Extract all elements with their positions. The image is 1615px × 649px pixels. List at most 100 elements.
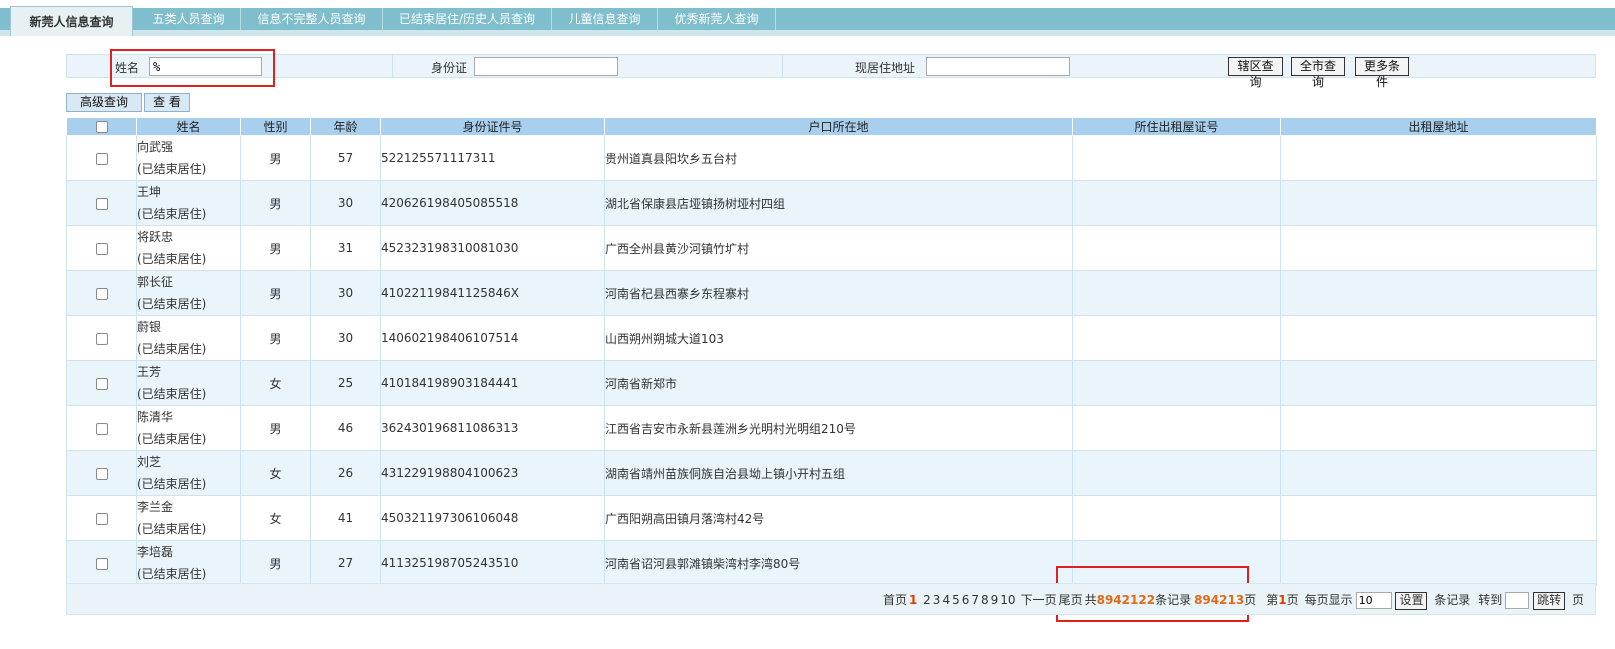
row-checkbox[interactable]: [95, 557, 108, 570]
id-number-cell: 522125571117311: [380, 135, 605, 181]
table-row[interactable]: 刘芝 (已结束居住) 女 26 431229198804100623 湖南省靖州苗族侗族自…: [66, 450, 1597, 496]
gender-cell: 男: [240, 135, 311, 181]
tab-five-category-query[interactable]: 五类人员查询: [137, 8, 241, 30]
tab-children-query[interactable]: 儿童信息查询: [552, 8, 658, 30]
row-checkbox[interactable]: [95, 332, 108, 345]
divider: [392, 55, 393, 77]
tab-incomplete-info-query[interactable]: 信息不完整人员查询: [241, 8, 383, 30]
row-select-cell: [66, 540, 137, 586]
rental-cert-cell: [1072, 540, 1281, 586]
set-page-size-button[interactable]: 设置: [1395, 591, 1428, 610]
page-link[interactable]: 7: [971, 593, 979, 607]
jump-button[interactable]: 跳转: [1533, 591, 1566, 610]
age-cell: 30: [310, 270, 381, 316]
table-row[interactable]: 李培磊 (已结束居住) 男 27 411325198705243510 河南省诏河县郭滩镇…: [66, 540, 1597, 586]
total-records: 8942122: [1096, 593, 1156, 607]
rental-address-cell: [1280, 315, 1597, 361]
table-row[interactable]: 将跃忠 (已结束居住) 男 31 452323198310081030 广西全州县黄沙河镇…: [66, 225, 1597, 271]
residence-status: (已结束居住): [137, 162, 207, 176]
id-card-input[interactable]: [474, 57, 618, 76]
column-header-age: 年龄: [310, 117, 381, 136]
page-link[interactable]: 3: [933, 593, 941, 607]
tab-excellent-query[interactable]: 优秀新莞人查询: [658, 8, 776, 30]
residence-status: (已结束居住): [137, 567, 207, 581]
table-row[interactable]: 李兰金 (已结束居住) 女 41 450321197306106048 广西阳朔高田镇月落…: [66, 495, 1597, 541]
pages-label: 页: [1244, 593, 1257, 607]
page-link[interactable]: 9: [991, 593, 999, 607]
column-header-gender: 性别: [240, 117, 311, 136]
row-checkbox[interactable]: [95, 152, 108, 165]
row-select-cell: [66, 405, 137, 451]
page-link[interactable]: 10: [1000, 593, 1015, 607]
age-cell: 26: [310, 450, 381, 496]
id-card-label: 身份证: [431, 61, 468, 75]
row-checkbox[interactable]: [95, 422, 108, 435]
id-number-cell: 411325198705243510: [380, 540, 605, 586]
person-name[interactable]: 郭长征: [137, 271, 240, 293]
page-link[interactable]: 5: [952, 593, 960, 607]
residence-status: (已结束居住): [137, 207, 207, 221]
address-input[interactable]: [926, 57, 1070, 76]
next-page-link[interactable]: 下一页: [1021, 593, 1057, 607]
age-cell: 30: [310, 315, 381, 361]
table-row[interactable]: 王芳 (已结束居住) 女 25 410184198903184441 河南省新郑市: [66, 360, 1597, 406]
per-page-input[interactable]: [1355, 592, 1392, 609]
tab-bar: 新莞人信息查询 五类人员查询 信息不完整人员查询 已结束居住/历史人员查询 儿童…: [0, 0, 1615, 36]
view-button[interactable]: 查 看: [144, 93, 190, 112]
goto-suffix: 页: [1571, 593, 1584, 607]
tab-new-resident-query[interactable]: 新莞人信息查询: [10, 6, 133, 36]
gender-cell: 男: [240, 225, 311, 271]
search-bar: 姓名 身份证 现居住地址 辖区查询 全市查询 更多条件: [66, 54, 1596, 89]
first-page-link[interactable]: 首页: [883, 593, 907, 607]
person-name[interactable]: 李兰金: [137, 496, 240, 518]
page-link[interactable]: 4: [942, 593, 950, 607]
table-row[interactable]: 王坤 (已结束居住) 男 30 420626198405085518 湖北省保康县店垭镇扬…: [66, 180, 1597, 226]
person-name[interactable]: 李培磊: [137, 541, 240, 563]
row-checkbox[interactable]: [95, 197, 108, 210]
row-select-cell: [66, 180, 137, 226]
more-conditions-button[interactable]: 更多条件: [1355, 57, 1409, 89]
row-checkbox[interactable]: [95, 512, 108, 525]
goto-page-input[interactable]: [1505, 592, 1530, 609]
rental-address-cell: [1280, 360, 1597, 406]
id-number-cell: 450321197306106048: [380, 495, 605, 541]
hukou-cell: 河南省杞县西寨乡东程寨村: [604, 270, 1073, 316]
row-checkbox[interactable]: [95, 287, 108, 300]
name-cell: 郭长征 (已结束居住): [136, 270, 241, 316]
gender-cell: 男: [240, 405, 311, 451]
name-input[interactable]: [149, 57, 262, 76]
table-row[interactable]: 陈清华 (已结束居住) 男 46 362430196811086313 江西省吉安市永新县…: [66, 405, 1597, 451]
hukou-cell: 贵州道真县阳坎乡五台村: [604, 135, 1073, 181]
person-name[interactable]: 陈清华: [137, 406, 240, 428]
row-select-cell: [66, 135, 137, 181]
column-header-rental-address: 出租屋地址: [1280, 117, 1597, 136]
person-name[interactable]: 王芳: [137, 361, 240, 383]
person-name[interactable]: 刘芝: [137, 451, 240, 473]
page-link[interactable]: 2: [923, 593, 931, 607]
tab-history-query[interactable]: 已结束居住/历史人员查询: [383, 8, 552, 30]
person-name[interactable]: 王坤: [137, 181, 240, 203]
row-checkbox[interactable]: [95, 467, 108, 480]
pagination-controls: 首页 1 2 3 4 5 6 7 8 9 10 下一页 尾页 共8942122条记录 894213页 第1页…: [883, 590, 1587, 610]
person-name[interactable]: 将跃忠: [137, 226, 240, 248]
table-row[interactable]: 郭长征 (已结束居住) 男 30 41022119841125846X 河南省杞县西寨乡东…: [66, 270, 1597, 316]
column-header-rental-cert: 所住出租屋证号: [1072, 117, 1281, 136]
table-header-row: 姓名 性别 年龄 身份证件号 户口所在地 所住出租屋证号 出租屋地址: [66, 117, 1597, 136]
advanced-query-button[interactable]: 高级查询: [66, 93, 142, 112]
page-link[interactable]: 6: [962, 593, 970, 607]
id-number-cell: 452323198310081030: [380, 225, 605, 271]
person-name[interactable]: 向武强: [137, 136, 240, 158]
select-all-checkbox[interactable]: [95, 121, 108, 133]
table-row[interactable]: 向武强 (已结束居住) 男 57 522125571117311 贵州道真县阳坎乡五台村: [66, 135, 1597, 181]
last-page-link[interactable]: 尾页: [1059, 593, 1083, 607]
row-checkbox[interactable]: [95, 377, 108, 390]
name-cell: 向武强 (已结束居住): [136, 135, 241, 181]
row-checkbox[interactable]: [95, 242, 108, 255]
page-link[interactable]: 8: [981, 593, 989, 607]
city-query-button[interactable]: 全市查询: [1291, 57, 1345, 89]
rental-cert-cell: [1072, 270, 1281, 316]
person-name[interactable]: 蔚银: [137, 316, 240, 338]
table-row[interactable]: 蔚银 (已结束居住) 男 30 140602198406107514 山西朔州朔城大道10…: [66, 315, 1597, 361]
id-number-cell: 140602198406107514: [380, 315, 605, 361]
district-query-button[interactable]: 辖区查询: [1228, 57, 1283, 89]
